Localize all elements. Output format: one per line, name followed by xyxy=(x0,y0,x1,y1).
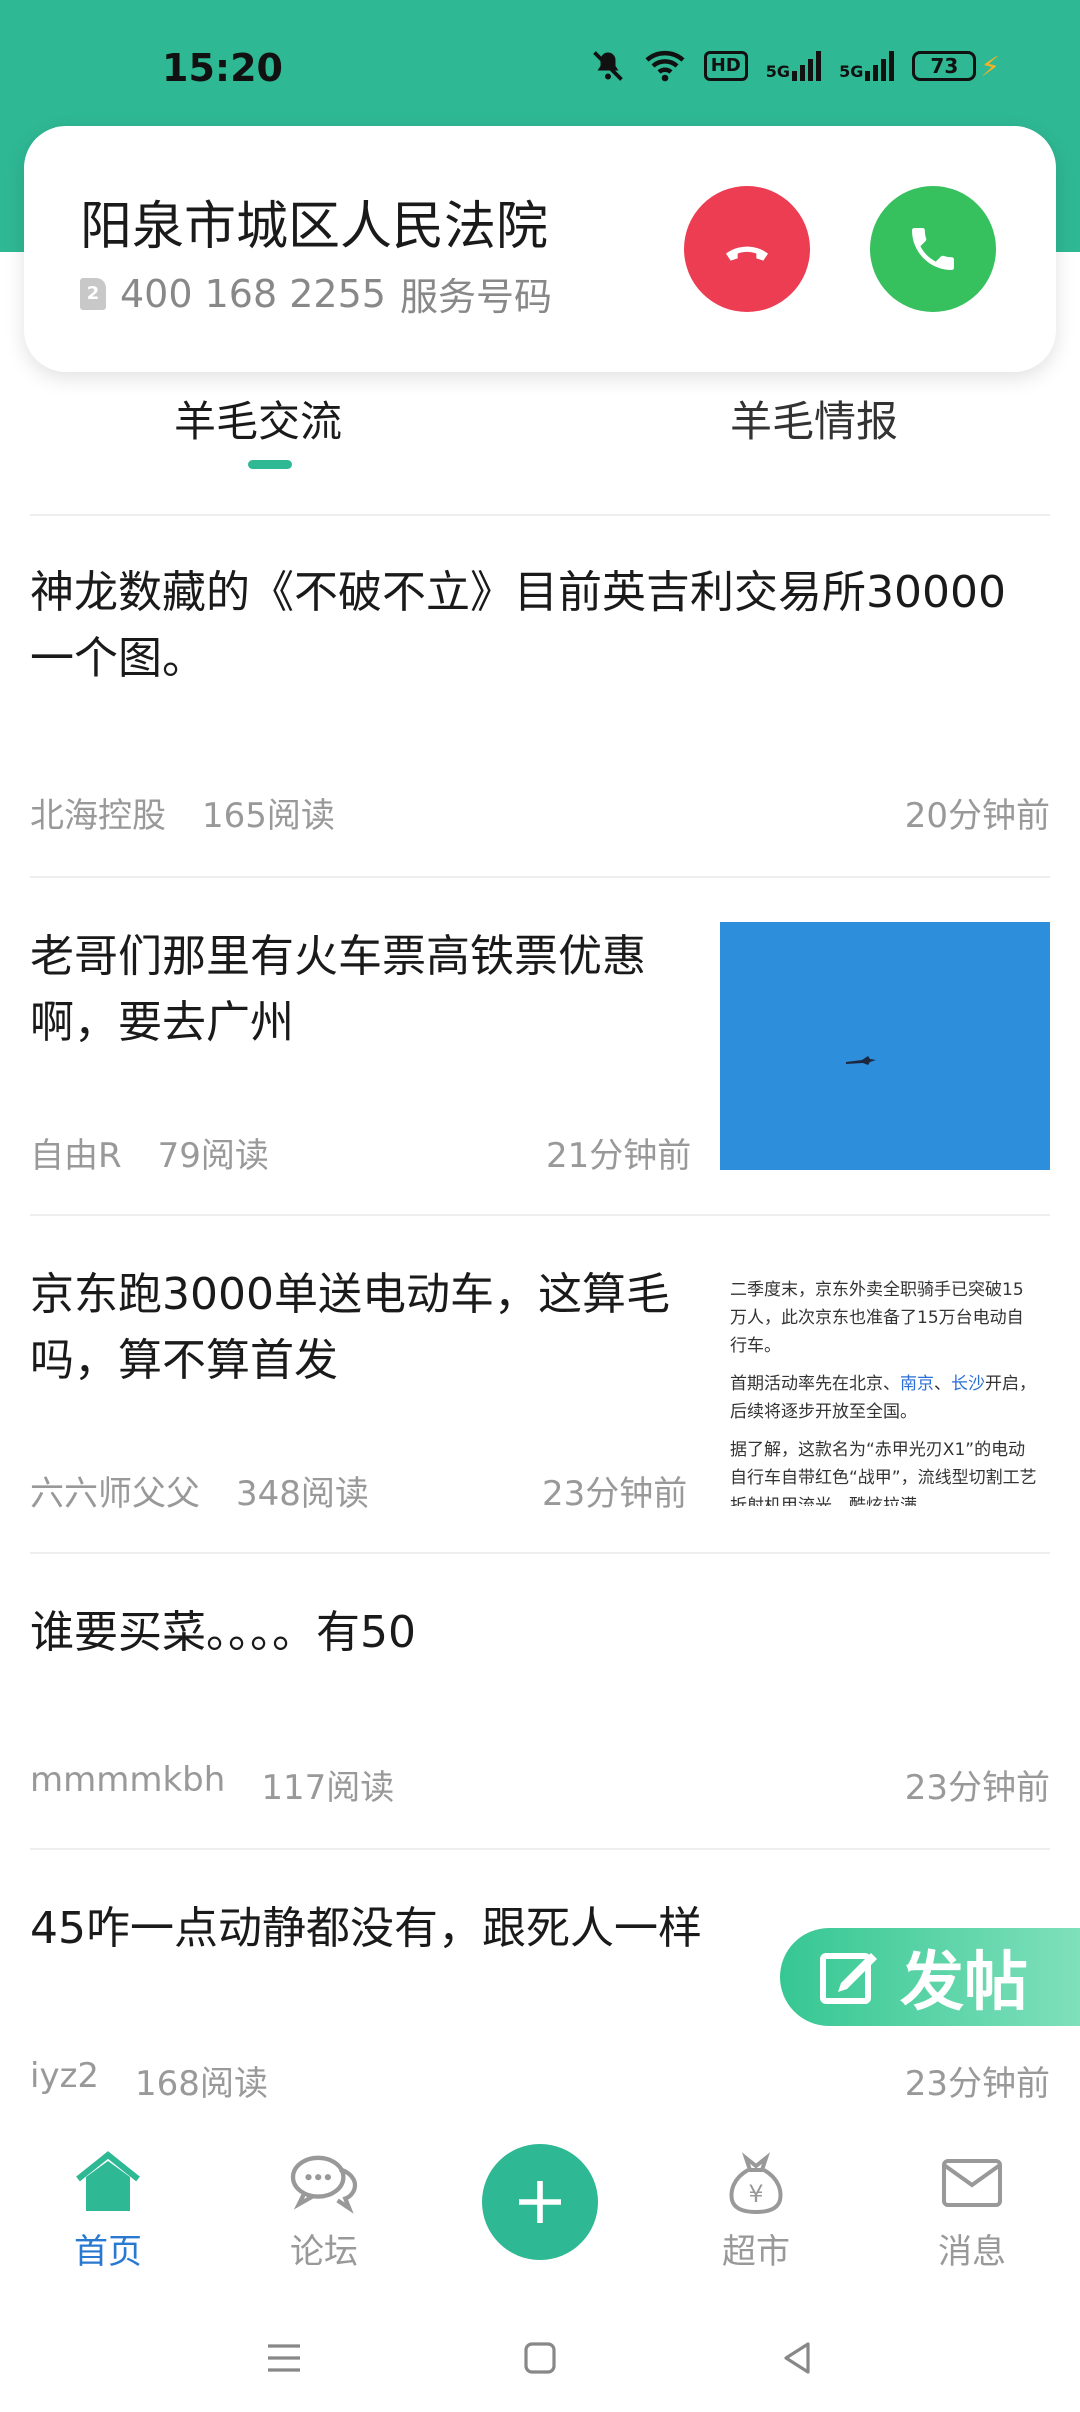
menu-icon[interactable] xyxy=(254,2328,314,2388)
chat-bubbles-icon xyxy=(254,2150,394,2216)
signal-5g-icon: 5G xyxy=(765,51,822,81)
post-thumbnail[interactable] xyxy=(720,922,1050,1170)
thumb-text: 据了解，这款名为“赤甲光刃X1”的电动自行车自带红色“战甲”，流线型切割工艺折射… xyxy=(730,1440,1037,1506)
caller-info: 2 400 168 2255 服务号码 xyxy=(80,266,552,321)
status-time: 15:20 xyxy=(162,46,283,90)
nav-market[interactable]: ¥ 超市 xyxy=(686,2150,826,2273)
decline-call-button[interactable] xyxy=(684,186,810,312)
add-button[interactable] xyxy=(482,2144,598,2260)
status-bar: 15:20 HD 5G 5G 73 ⚡ xyxy=(0,0,1080,140)
hang-up-icon xyxy=(726,246,768,261)
divider xyxy=(30,876,1050,878)
nav-home-label: 首页 xyxy=(74,2232,142,2272)
divider xyxy=(30,1552,1050,1554)
post-meta: mmmmkbh 117阅读 xyxy=(30,1760,394,1809)
svg-text:¥: ¥ xyxy=(748,2180,763,2208)
system-navigation-bar xyxy=(0,2292,1080,2412)
charging-icon: ⚡ xyxy=(980,49,1000,83)
post-meta: 北海控股 165阅读 xyxy=(30,788,335,837)
post-reads: 348阅读 xyxy=(236,1474,369,1514)
nav-forum[interactable]: 论坛 xyxy=(254,2150,394,2273)
post-meta: 六六师父父 348阅读 xyxy=(30,1466,369,1515)
caller-number: 400 168 2255 xyxy=(120,271,386,316)
post-time: 23分钟前 xyxy=(904,1768,1050,1808)
post-author[interactable]: 北海控股 xyxy=(30,788,166,837)
post-title: 京东跑3000单送电动车，这算毛吗，算不算首发 xyxy=(30,1269,670,1386)
post-title: 谁要买菜。。。。有50 xyxy=(30,1607,416,1658)
divider xyxy=(30,514,1050,516)
list-item[interactable]: 谁要买菜。。。。有50 xyxy=(30,1600,1050,1666)
incoming-call-card[interactable]: 阳泉市城区人民法院 2 400 168 2255 服务号码 xyxy=(24,126,1056,372)
battery-level: 73 xyxy=(912,51,977,81)
airplane-icon xyxy=(846,1056,876,1065)
thumb-text: 首期活动率先在北京、南京、长沙开启，后续将逐步开放至全国。 xyxy=(730,1374,1036,1422)
list-item[interactable]: 神龙数藏的《不破不立》目前英吉利交易所30000一个图。 xyxy=(30,560,1050,692)
post-author[interactable]: iyz2 xyxy=(30,2056,99,2105)
thumb-text: 二季度末，京东外卖全职骑手已突破15万人，此次京东也准备了15万台电动自行车。 xyxy=(730,1280,1024,1356)
hd-icon: HD xyxy=(703,51,748,81)
phone-icon xyxy=(912,228,954,270)
post-reads: 117阅读 xyxy=(261,1768,395,1808)
nav-messages[interactable]: 消息 xyxy=(902,2150,1042,2273)
nav-messages-label: 消息 xyxy=(938,2232,1006,2272)
mute-icon xyxy=(590,48,626,84)
post-title: 神龙数藏的《不破不立》目前英吉利交易所30000一个图。 xyxy=(30,567,1006,684)
post-time: 20分钟前 xyxy=(904,796,1050,836)
back-icon[interactable] xyxy=(768,2328,828,2388)
net-label: 5G xyxy=(839,62,864,81)
post-reads: 165阅读 xyxy=(202,796,335,836)
signal-5g-icon: 5G xyxy=(839,51,895,81)
post-reads: 79阅读 xyxy=(157,1136,269,1176)
nav-forum-label: 论坛 xyxy=(290,2232,358,2272)
edit-icon xyxy=(820,1953,877,2004)
home-square-icon[interactable] xyxy=(510,2328,570,2388)
post-author[interactable]: 六六师父父 xyxy=(30,1466,200,1515)
nav-home[interactable]: 首页 xyxy=(38,2150,178,2273)
tab-bar: 羊毛交流 羊毛情报 xyxy=(0,372,1080,512)
post-meta: iyz2 168阅读 xyxy=(30,2056,268,2105)
post-meta: 自由R 79阅读 xyxy=(30,1128,269,1177)
new-post-button[interactable]: 发帖 xyxy=(780,1928,1080,2026)
post-time: 21分钟前 xyxy=(546,1136,692,1176)
post-time: 23分钟前 xyxy=(542,1474,688,1514)
new-post-label: 发帖 xyxy=(900,1946,1028,2020)
post-thumbnail[interactable]: 二季度末，京东外卖全职骑手已突破15万人，此次京东也准备了15万台电动自行车。 … xyxy=(720,1270,1050,1506)
caller-name: 阳泉市城区人民法院 xyxy=(80,197,549,257)
caller-label: 服务号码 xyxy=(399,275,552,319)
tab-wool-exchange[interactable]: 羊毛交流 xyxy=(174,388,342,449)
battery-icon: 73 ⚡ xyxy=(912,50,1000,83)
mail-icon xyxy=(902,2150,1042,2216)
money-bag-icon: ¥ xyxy=(686,2150,826,2216)
plus-icon xyxy=(519,2181,561,2223)
post-author[interactable]: mmmmkbh xyxy=(30,1760,225,1809)
nav-market-label: 超市 xyxy=(722,2232,790,2272)
post-reads: 168阅读 xyxy=(135,2064,268,2104)
sim-card-icon: 2 xyxy=(80,277,106,310)
tab-wool-intel[interactable]: 羊毛情报 xyxy=(730,388,898,449)
status-icons: HD 5G 5G 73 ⚡ xyxy=(590,48,1000,84)
post-title: 老哥们那里有火车票高铁票优惠啊，要去广州 xyxy=(30,931,646,1048)
bottom-navigation: 首页 论坛 ¥ 超市 消息 xyxy=(0,2120,1080,2292)
wifi-icon xyxy=(644,48,686,84)
net-label: 5G xyxy=(765,62,791,81)
home-icon xyxy=(38,2150,178,2216)
active-tab-indicator xyxy=(248,460,292,469)
divider xyxy=(30,1848,1050,1850)
divider xyxy=(30,1214,1050,1216)
post-author[interactable]: 自由R xyxy=(30,1128,122,1177)
post-time: 23分钟前 xyxy=(904,2064,1050,2104)
accept-call-button[interactable] xyxy=(870,186,996,312)
